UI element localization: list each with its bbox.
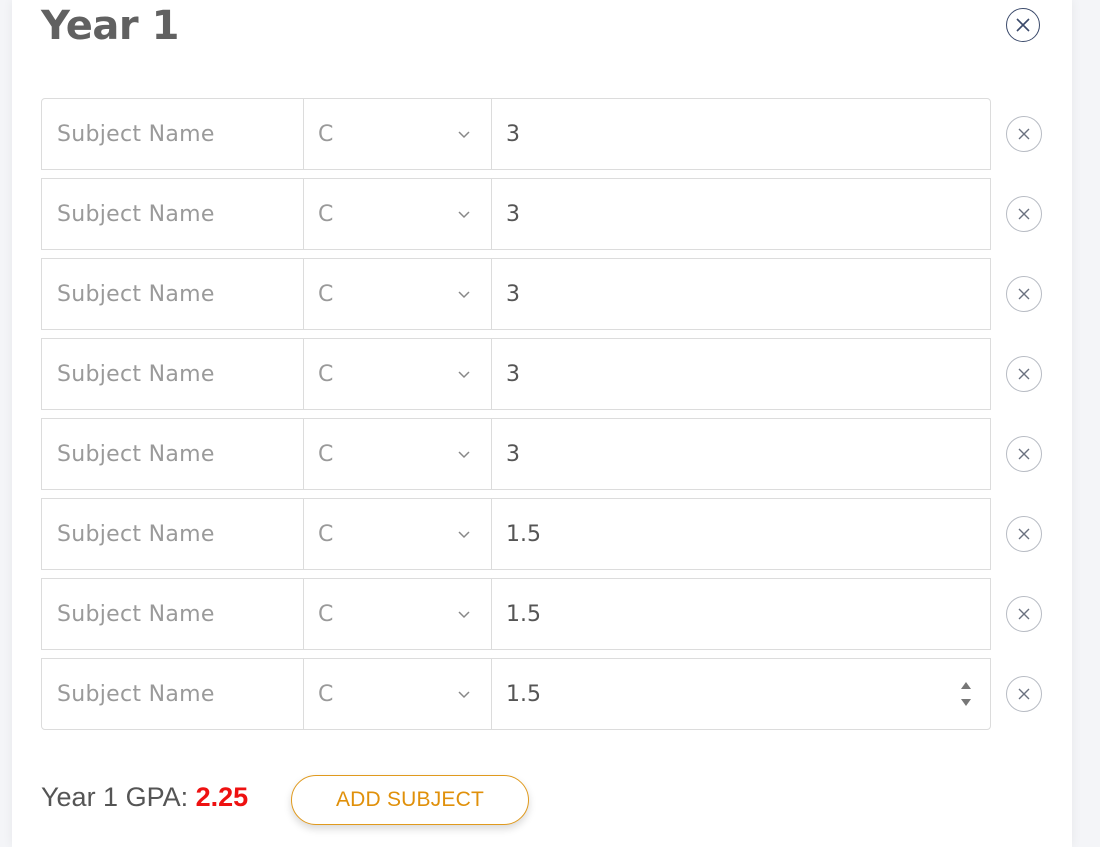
credits-value: 1.5 (506, 521, 541, 547)
number-spinner-icon[interactable] (960, 679, 972, 709)
chevron-down-icon (458, 531, 470, 539)
chevron-down-icon (458, 291, 470, 299)
chevron-down-icon (458, 691, 470, 699)
subject-name-input[interactable]: Subject Name (42, 659, 304, 729)
grade-select[interactable]: C (304, 259, 492, 329)
subject-name-input[interactable]: Subject Name (42, 419, 304, 489)
credits-value: 3 (506, 361, 520, 387)
chevron-down-icon (458, 611, 470, 619)
grade-select[interactable]: C (304, 339, 492, 409)
grade-value: C (318, 521, 334, 547)
credits-input[interactable]: 3 (492, 179, 990, 249)
credits-input[interactable]: 1.5 (492, 659, 990, 729)
subject-name-input[interactable]: Subject Name (42, 579, 304, 649)
subject-row: Subject Name C 3 (41, 418, 991, 490)
grade-select[interactable]: C (304, 179, 492, 249)
credits-value: 3 (506, 281, 520, 307)
credits-input[interactable]: 3 (492, 419, 990, 489)
gpa-label: Year 1 GPA: (41, 782, 189, 812)
subject-list: Subject Name C 3 Subject Name C 3 Subject Name… (41, 98, 991, 730)
close-icon (1018, 128, 1030, 140)
year-card: Year 1 Subject Name C 3 Subject Name C 3 Subje… (12, 0, 1072, 847)
grade-select[interactable]: C (304, 99, 492, 169)
remove-subject-button[interactable] (1006, 676, 1042, 712)
grade-value: C (318, 201, 334, 227)
credits-value: 3 (506, 121, 520, 147)
remove-subject-button[interactable] (1006, 116, 1042, 152)
grade-value: C (318, 281, 334, 307)
add-subject-button[interactable]: ADD SUBJECT (291, 775, 529, 825)
remove-subject-button[interactable] (1006, 436, 1042, 472)
close-icon (1016, 18, 1030, 32)
subject-row: Subject Name C 1.5 (41, 578, 991, 650)
credits-value: 1.5 (506, 681, 541, 707)
grade-select[interactable]: C (304, 499, 492, 569)
subject-name-input[interactable]: Subject Name (42, 179, 304, 249)
grade-value: C (318, 601, 334, 627)
subject-name-input[interactable]: Subject Name (42, 339, 304, 409)
close-icon (1018, 288, 1030, 300)
remove-subject-button[interactable] (1006, 276, 1042, 312)
subject-row: Subject Name C 3 (41, 338, 991, 410)
grade-value: C (318, 681, 334, 707)
subject-row: Subject Name C 3 (41, 258, 991, 330)
year-title: Year 1 (41, 3, 179, 49)
grade-value: C (318, 121, 334, 147)
chevron-down-icon (458, 131, 470, 139)
grade-select[interactable]: C (304, 419, 492, 489)
subject-row: Subject Name C 3 (41, 98, 991, 170)
credits-value: 1.5 (506, 601, 541, 627)
subject-row: Subject Name C 3 (41, 178, 991, 250)
subject-name-input[interactable]: Subject Name (42, 99, 304, 169)
credits-value: 3 (506, 441, 520, 467)
subject-name-input[interactable]: Subject Name (42, 499, 304, 569)
close-icon (1018, 608, 1030, 620)
chevron-down-icon (458, 371, 470, 379)
close-year-button[interactable] (1006, 8, 1040, 42)
gpa-value: 2.25 (195, 782, 249, 812)
close-icon (1018, 208, 1030, 220)
remove-subject-button[interactable] (1006, 516, 1042, 552)
close-icon (1018, 448, 1030, 460)
subject-row: Subject Name C 1.5 (41, 658, 991, 730)
credits-input[interactable]: 3 (492, 339, 990, 409)
credits-input[interactable]: 1.5 (492, 499, 990, 569)
credits-input[interactable]: 3 (492, 259, 990, 329)
credits-input[interactable]: 1.5 (492, 579, 990, 649)
grade-value: C (318, 361, 334, 387)
chevron-down-icon (458, 211, 470, 219)
credits-value: 3 (506, 201, 520, 227)
subject-row: Subject Name C 1.5 (41, 498, 991, 570)
remove-subject-button[interactable] (1006, 596, 1042, 632)
close-icon (1018, 368, 1030, 380)
chevron-down-icon (458, 451, 470, 459)
gpa-summary: Year 1 GPA: 2.25 (41, 782, 248, 813)
close-icon (1018, 528, 1030, 540)
credits-input[interactable]: 3 (492, 99, 990, 169)
remove-subject-button[interactable] (1006, 356, 1042, 392)
grade-select[interactable]: C (304, 659, 492, 729)
grade-select[interactable]: C (304, 579, 492, 649)
close-icon (1018, 688, 1030, 700)
grade-value: C (318, 441, 334, 467)
subject-name-input[interactable]: Subject Name (42, 259, 304, 329)
remove-subject-button[interactable] (1006, 196, 1042, 232)
